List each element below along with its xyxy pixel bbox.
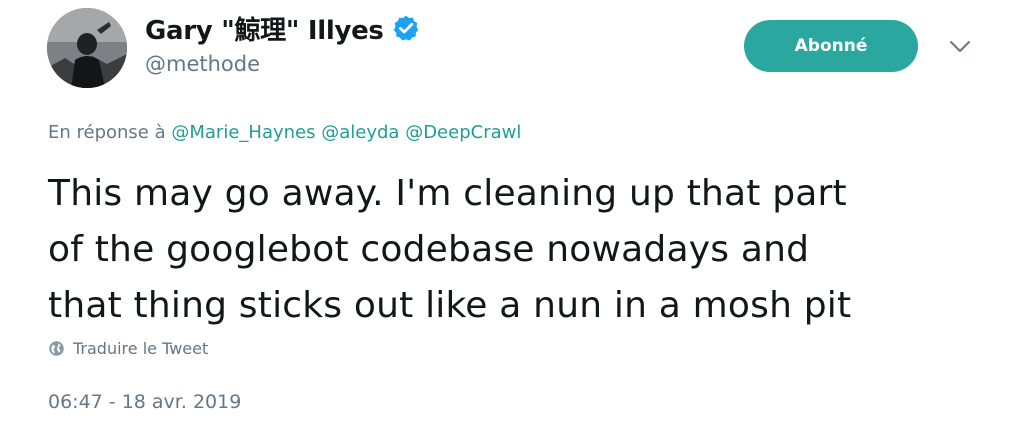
avatar[interactable] [47,8,127,88]
author-name-row[interactable]: Gary "鯨理" Illyes [145,8,420,48]
reply-context: En réponse à @Marie_Haynes @aleyda @Deep… [48,122,521,143]
reply-prefix: En réponse à [48,122,166,143]
mention-link[interactable]: @DeepCrawl [405,122,521,143]
translate-label: Traduire le Tweet [73,339,209,358]
profile-photo [47,8,127,88]
globe-icon [49,341,64,356]
tweet-text-line: of the googlebot codebase nowadays and [48,229,810,270]
follow-button[interactable]: Abonné [744,20,918,72]
verified-badge-icon [392,14,420,42]
tweet-timestamp[interactable]: 06:47 - 18 avr. 2019 [48,391,241,413]
tweet-text-line: that thing sticks out like a nun in a mo… [48,285,852,326]
mention-link[interactable]: @Marie_Haynes [171,122,315,143]
tweet-text-line: This may go away. I'm cleaning up that p… [48,173,847,214]
translate-tweet-link[interactable]: Traduire le Tweet [48,339,208,358]
author-handle[interactable]: @methode [145,52,260,76]
mention-link[interactable]: @aleyda [321,122,399,143]
author-display-name[interactable]: Gary "鯨理" Illyes [145,10,384,47]
tweet-text: This may go away. I'm cleaning up that p… [48,166,998,334]
chevron-down-icon[interactable] [948,38,972,56]
